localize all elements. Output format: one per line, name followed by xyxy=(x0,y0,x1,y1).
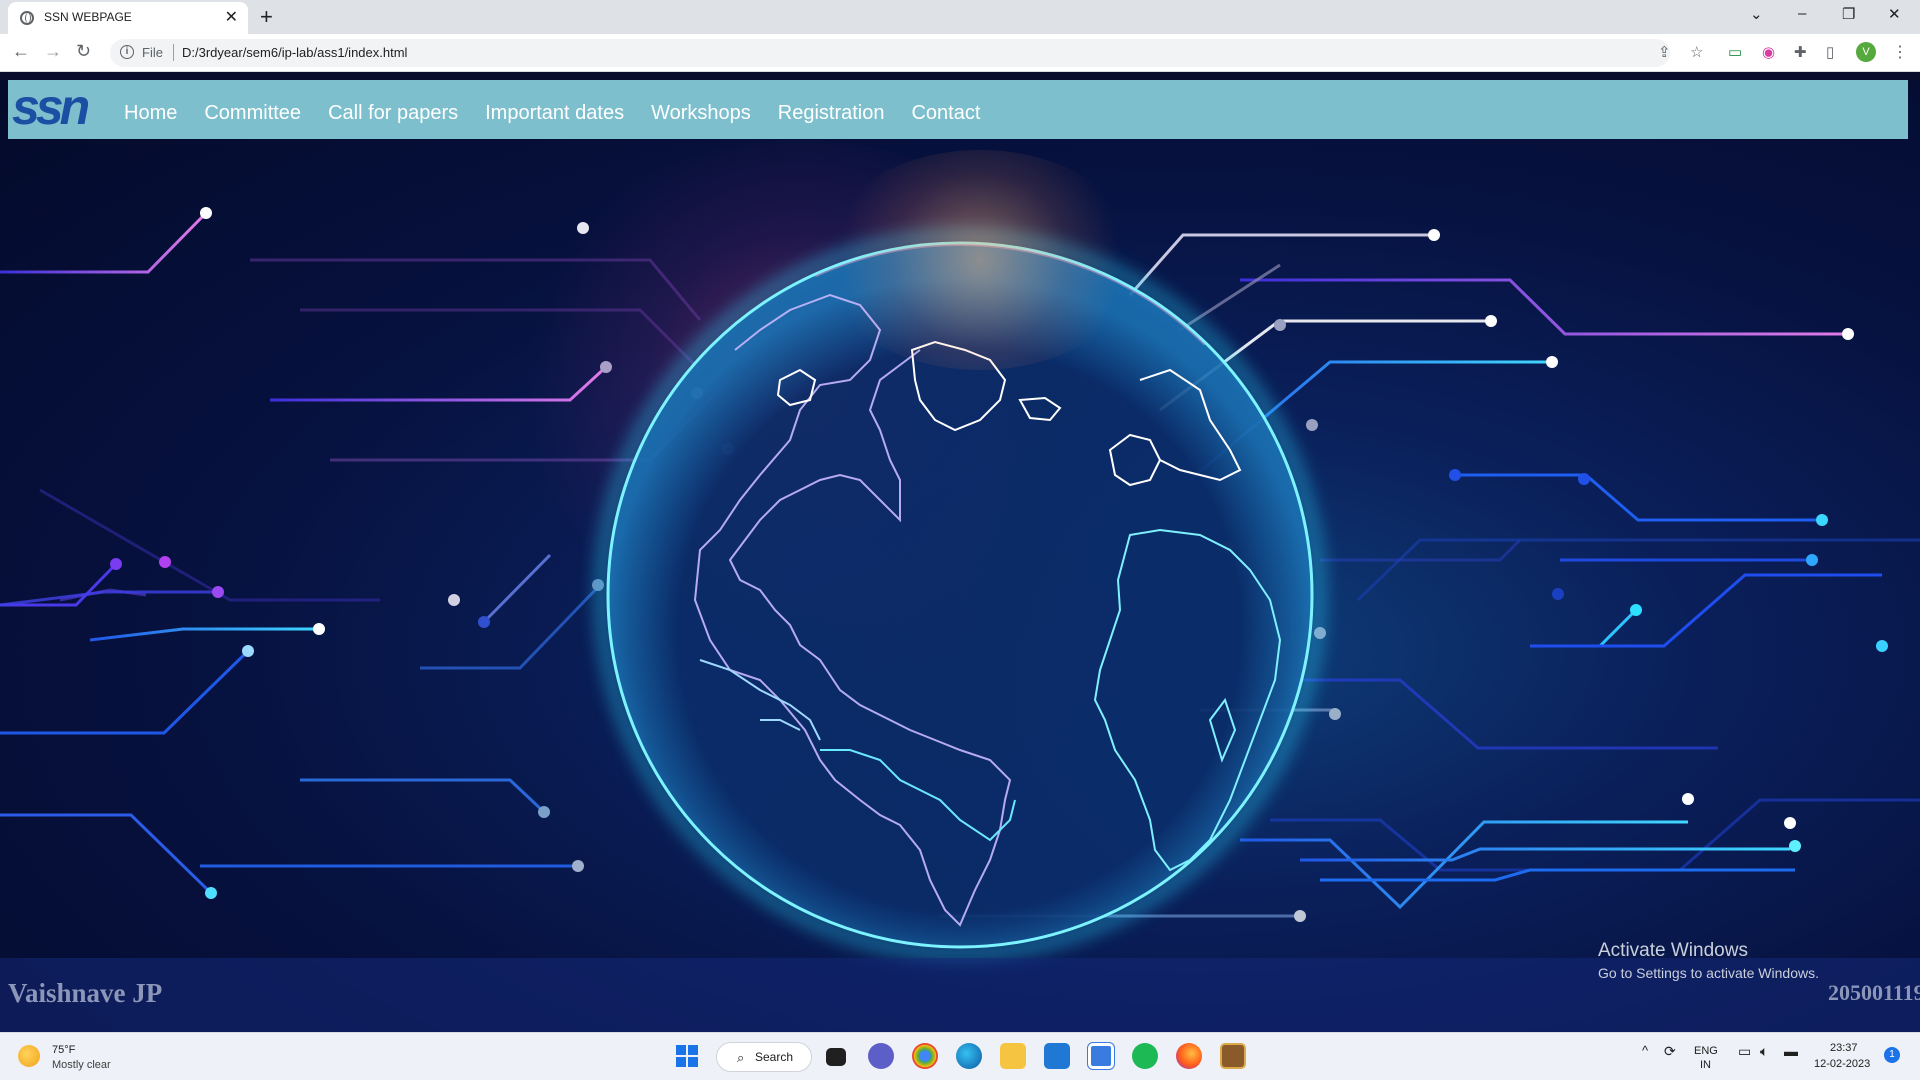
info-icon[interactable]: i xyxy=(120,45,134,59)
windows-start-icon[interactable] xyxy=(674,1043,700,1069)
teams-chat-icon[interactable] xyxy=(868,1043,894,1069)
page-top-edge xyxy=(0,72,1920,80)
side-panel-icon[interactable]: ▯ xyxy=(1826,43,1834,61)
vscode-icon[interactable] xyxy=(1044,1043,1070,1069)
language-top[interactable]: ENG xyxy=(1694,1045,1718,1057)
search-icon: ⌕ xyxy=(737,1050,745,1065)
minimize-button[interactable]: – xyxy=(1798,5,1806,22)
site-navbar: ssn Home Committee Call for papers Impor… xyxy=(8,80,1908,139)
battery-icon[interactable]: ▬ xyxy=(1784,1043,1798,1059)
notification-badge[interactable]: 1 xyxy=(1884,1047,1900,1063)
tab-strip: SSN WEBPAGE ✕ + ⌄ – ❐ ✕ xyxy=(0,0,1920,34)
forward-arrow-icon[interactable]: → xyxy=(44,41,62,62)
activate-windows-watermark: Activate Windows Go to Settings to activ… xyxy=(1598,940,1819,981)
windows-taskbar: 75°F Mostly clear ⌕ Search ^ ⟳ ENG IN ▭ … xyxy=(0,1032,1920,1080)
author-name: Vaishnave JP xyxy=(8,978,163,1008)
nav-home[interactable]: Home xyxy=(124,102,177,125)
nav-important-dates[interactable]: Important dates xyxy=(485,102,624,125)
spotify-icon[interactable] xyxy=(1132,1043,1158,1069)
close-tab-button[interactable]: ✕ xyxy=(225,7,238,27)
file-explorer-icon[interactable] xyxy=(1000,1043,1026,1069)
reload-icon[interactable]: ↻ xyxy=(76,41,91,62)
svg-text:ssn: ssn xyxy=(12,82,89,134)
weather-description: Mostly clear xyxy=(52,1059,111,1071)
back-arrow-icon[interactable]: ← xyxy=(12,41,30,62)
language-bottom[interactable]: IN xyxy=(1700,1059,1711,1071)
clock-time[interactable]: 23:37 xyxy=(1830,1042,1858,1054)
page-content: ssn Home Committee Call for papers Impor… xyxy=(0,80,1920,1032)
profile-avatar[interactable]: V xyxy=(1856,42,1876,62)
chevron-up-icon[interactable]: ^ xyxy=(1642,1043,1648,1058)
chrome-icon[interactable] xyxy=(912,1043,938,1069)
puzzle-icon[interactable]: ✚ xyxy=(1794,43,1807,61)
tab-title: SSN WEBPAGE xyxy=(44,10,132,24)
game-app-icon[interactable] xyxy=(1220,1043,1246,1069)
register-number: 205001119 xyxy=(1828,980,1920,1005)
firefox-icon[interactable] xyxy=(1176,1043,1202,1069)
globe-icon xyxy=(20,11,34,25)
circuit-background xyxy=(0,207,1920,962)
globe xyxy=(608,243,1312,947)
task-view-icon[interactable] xyxy=(826,1048,846,1066)
nav-contact[interactable]: Contact xyxy=(911,102,980,125)
new-tab-button[interactable]: + xyxy=(260,4,273,30)
close-window-button[interactable]: ✕ xyxy=(1888,5,1901,23)
search-label: Search xyxy=(755,1050,794,1064)
nav-registration[interactable]: Registration xyxy=(778,102,885,125)
restore-button[interactable]: ❐ xyxy=(1842,5,1855,23)
notepad-icon[interactable] xyxy=(1087,1042,1115,1070)
clock-date[interactable]: 12-02-2023 xyxy=(1814,1058,1870,1070)
volume-icon[interactable]: 🔈︎ xyxy=(1760,1043,1768,1060)
nav-committee[interactable]: Committee xyxy=(204,102,301,125)
browser-toolbar: ← → ↻ i File D:/3rdyear/sem6/ip-lab/ass1… xyxy=(0,34,1920,72)
edge-icon[interactable] xyxy=(956,1043,982,1069)
color-extension-icon[interactable]: ◉ xyxy=(1762,43,1775,61)
watermark-subtitle: Go to Settings to activate Windows. xyxy=(1598,965,1819,981)
ssn-logo[interactable]: ssn xyxy=(10,82,114,134)
url-text[interactable]: D:/3rdyear/sem6/ip-lab/ass1/index.html xyxy=(182,45,407,60)
nav-call-for-papers[interactable]: Call for papers xyxy=(328,102,458,125)
onedrive-sync-icon[interactable]: ⟳ xyxy=(1664,1043,1676,1060)
address-bar[interactable]: i File D:/3rdyear/sem6/ip-lab/ass1/index… xyxy=(110,39,1670,67)
browser-tab[interactable]: SSN WEBPAGE ✕ xyxy=(8,2,248,34)
extension-icon[interactable]: ▭ xyxy=(1728,43,1742,61)
network-icon[interactable]: ▭ xyxy=(1738,1043,1751,1060)
watermark-title: Activate Windows xyxy=(1598,940,1748,961)
tab-search-button[interactable]: ⌄ xyxy=(1750,5,1763,23)
taskbar-search[interactable]: ⌕ Search xyxy=(716,1042,812,1072)
share-icon[interactable]: ⇪ xyxy=(1658,43,1671,61)
bookmark-star-icon[interactable]: ☆ xyxy=(1690,43,1703,61)
more-menu-icon[interactable]: ⋮ xyxy=(1892,42,1908,62)
nav-workshops[interactable]: Workshops xyxy=(651,102,751,125)
weather-temperature: 75°F xyxy=(52,1044,76,1056)
divider xyxy=(173,44,174,61)
main-nav: Home Committee Call for papers Important… xyxy=(124,102,1007,125)
url-scheme-label: File xyxy=(142,45,163,60)
moon-weather-icon xyxy=(18,1045,40,1067)
